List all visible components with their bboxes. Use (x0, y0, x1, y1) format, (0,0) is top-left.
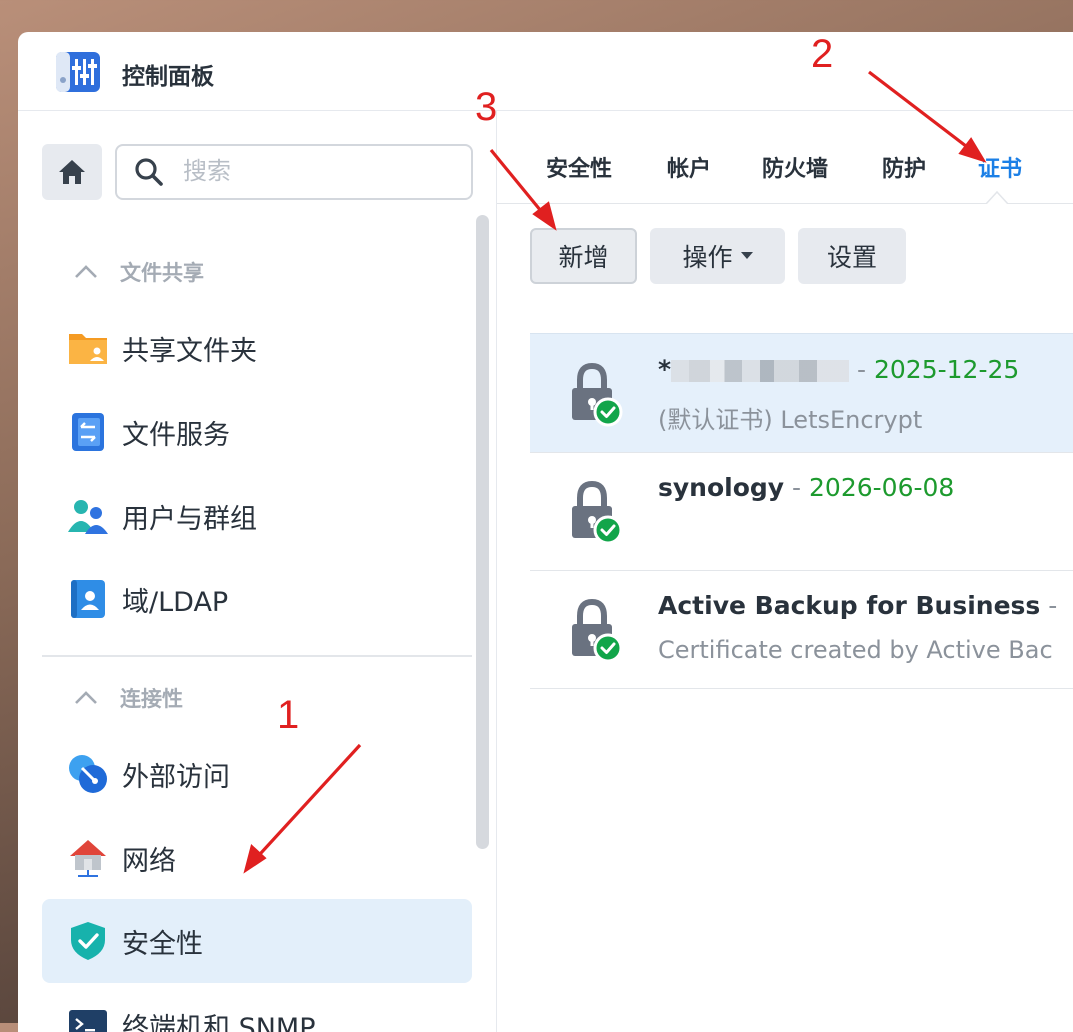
sidebar-item-label: 域/LDAP (122, 580, 228, 619)
control-panel-icon (56, 52, 100, 92)
group-connectivity[interactable]: 连接性 (74, 683, 183, 713)
sidebar-item-label: 外部访问 (122, 755, 230, 794)
name-separator: - (784, 473, 809, 502)
sidebar-item-file-services[interactable]: 文件服务 (42, 390, 472, 474)
home-button[interactable] (42, 144, 102, 200)
sidebar-item-users-groups[interactable]: 用户与群组 (42, 474, 472, 558)
annotation-number-3: 3 (475, 85, 497, 130)
sidebar-scrollbar[interactable] (476, 215, 489, 849)
name-separator: - (1040, 591, 1057, 620)
annotation-number-1: 1 (277, 693, 299, 738)
certificate-row[interactable]: synology - 2026-06-08 (530, 452, 1073, 571)
certificate-expiry-date: 2025-12-25 (874, 355, 1019, 384)
sidebar-item-external-access[interactable]: 外部访问 (42, 732, 472, 816)
tab-bar: 安全性 帐户 防火墙 防护 证书 (497, 111, 1073, 204)
group-label: 文件共享 (120, 257, 204, 287)
terminal-icon (68, 1005, 108, 1032)
certificate-name-text: Active Backup for Business (658, 591, 1040, 620)
tab-certificate[interactable]: 证书 (978, 151, 1022, 183)
users-groups-icon (68, 496, 108, 536)
action-button-label: 操作 (682, 238, 732, 274)
sidebar-item-label: 网络 (122, 839, 176, 878)
settings-button-label: 设置 (827, 238, 877, 274)
main-panel: 安全性 帐户 防火墙 防护 证书 新增 操作 设置 (497, 111, 1073, 1032)
control-panel-window: 控制面板 文件共享 共享文件夹 (18, 32, 1073, 1032)
certificate-lock-icon (570, 480, 626, 546)
search-input[interactable] (181, 155, 455, 187)
sidebar-item-domain-ldap[interactable]: 域/LDAP (42, 557, 472, 641)
caret-down-icon (741, 252, 753, 260)
certificate-lock-icon (570, 598, 626, 664)
sidebar: 文件共享 共享文件夹 文件服务 (18, 111, 497, 1032)
sidebar-item-label: 共享文件夹 (122, 329, 257, 368)
certificate-name: synology - 2026-06-08 (658, 473, 954, 502)
certificate-name: * - 2025-12-25 (658, 355, 1019, 384)
home-icon (57, 158, 87, 186)
tab-account[interactable]: 帐户 (667, 151, 711, 183)
certificate-row[interactable]: Active Backup for Business - Certificate… (530, 570, 1073, 689)
certificate-name: Active Backup for Business - (658, 591, 1057, 620)
security-shield-icon (68, 921, 108, 961)
domain-ldap-icon (68, 579, 108, 619)
certificate-description: Certificate created by Active Bac (658, 636, 1053, 664)
search-box[interactable] (115, 144, 473, 200)
sidebar-item-network[interactable]: 网络 (42, 816, 472, 900)
network-icon (68, 838, 108, 878)
sidebar-item-label: 文件服务 (122, 413, 230, 452)
certificate-lock-icon (570, 362, 626, 428)
tab-security[interactable]: 安全性 (546, 151, 612, 183)
sidebar-item-label: 终端机和 SNMP (122, 1006, 316, 1032)
sidebar-item-terminal-snmp[interactable]: 终端机和 SNMP (42, 983, 472, 1032)
chevron-up-icon (74, 264, 98, 280)
shared-folder-icon (68, 328, 108, 368)
annotation-number-2: 2 (811, 32, 833, 77)
window-title: 控制面板 (122, 57, 214, 91)
sidebar-item-label: 安全性 (122, 922, 203, 961)
add-button[interactable]: 新增 (530, 228, 637, 284)
certificate-expiry-date: 2026-06-08 (809, 473, 954, 502)
sidebar-divider (42, 655, 472, 657)
tab-firewall[interactable]: 防火墙 (762, 151, 828, 183)
tab-protection[interactable]: 防护 (882, 151, 926, 183)
chevron-up-icon (74, 690, 98, 706)
name-separator: - (849, 355, 874, 384)
external-access-icon (68, 754, 108, 794)
certificate-description: (默认证书) LetsEncrypt (658, 400, 922, 435)
add-button-label: 新增 (558, 238, 608, 274)
action-dropdown-button[interactable]: 操作 (650, 228, 785, 284)
active-tab-caret (986, 190, 1008, 204)
certificate-name-prefix: * (658, 355, 671, 384)
group-file-sharing[interactable]: 文件共享 (74, 257, 204, 287)
group-label: 连接性 (120, 683, 183, 713)
sidebar-item-security[interactable]: 安全性 (42, 899, 472, 983)
sidebar-item-label: 用户与群组 (122, 497, 257, 536)
redacted-domain (671, 360, 849, 382)
file-services-icon (68, 412, 108, 452)
sidebar-item-shared-folder[interactable]: 共享文件夹 (42, 306, 472, 390)
title-bar: 控制面板 (18, 32, 1073, 111)
certificate-name-text: synology (658, 473, 784, 502)
certificate-row[interactable]: * - 2025-12-25 (默认证书) LetsEncrypt (530, 333, 1073, 453)
settings-button[interactable]: 设置 (798, 228, 906, 284)
search-icon (134, 157, 164, 187)
